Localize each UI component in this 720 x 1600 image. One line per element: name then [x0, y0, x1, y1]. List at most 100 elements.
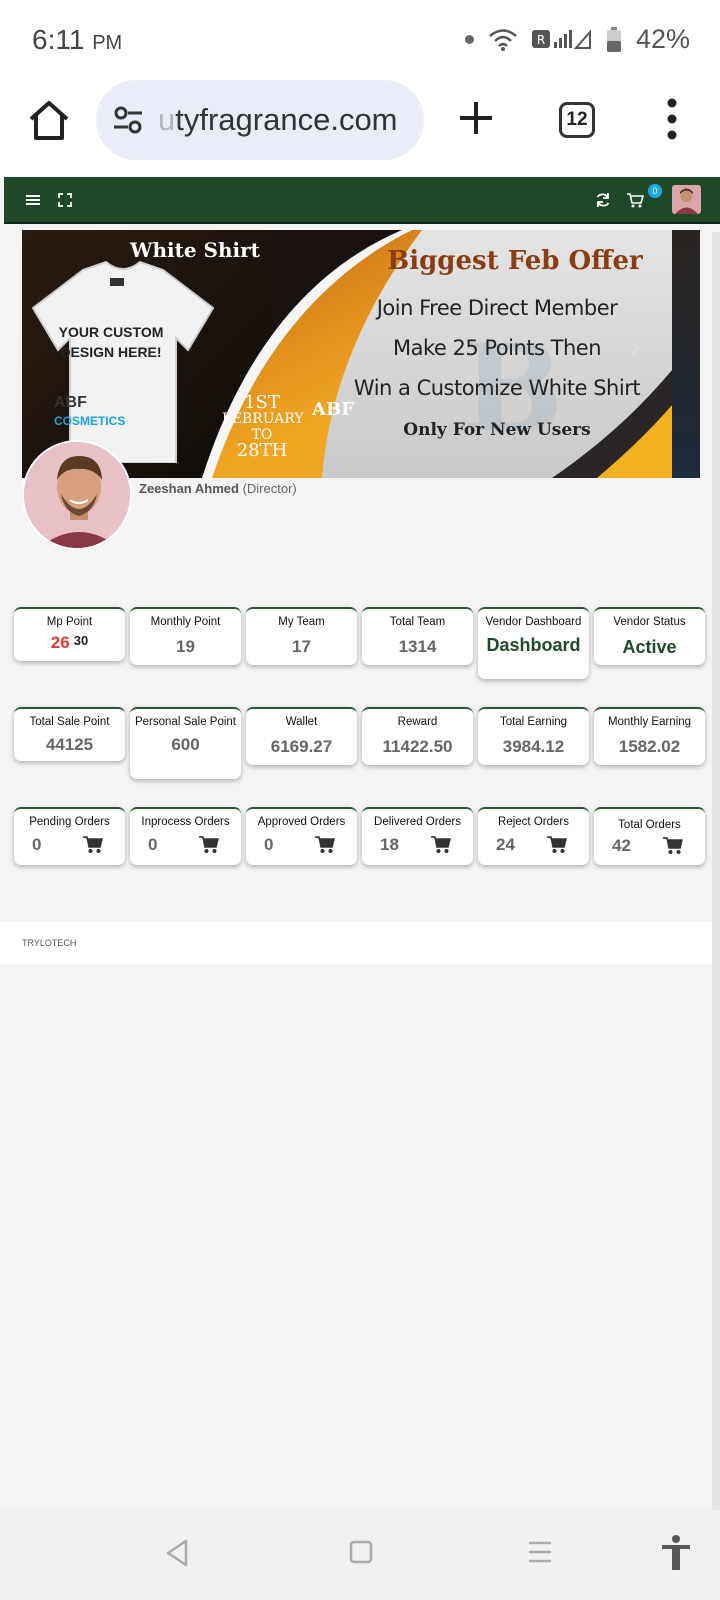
user-avatar[interactable] [672, 185, 701, 214]
card-label: Monthly Point [150, 616, 221, 628]
cart-count-badge: 0 [648, 184, 662, 198]
battery-percent: 42% [635, 24, 690, 54]
card-mp-point[interactable]: Mp Point 26 30 [14, 607, 125, 661]
card-total-team[interactable]: Total Team 1314 [362, 607, 473, 665]
profile-avatar[interactable] [22, 440, 132, 550]
order-count: 24 [496, 835, 515, 854]
site-settings-icon[interactable] [112, 104, 144, 136]
menu-toggle-icon[interactable] [24, 191, 42, 209]
banner-next-slide-preview [672, 230, 700, 478]
time-value: 6:11 [32, 24, 85, 55]
card-label: Total Earning [499, 716, 568, 728]
card-inprocess-orders[interactable]: Inprocess Orders 0 [130, 807, 241, 865]
card-label: Total Orders [618, 819, 681, 831]
fullscreen-icon[interactable] [56, 191, 74, 209]
card-monthly-earning[interactable]: Monthly Earning 1582.02 [594, 707, 705, 765]
notification-dot-icon [464, 35, 474, 44]
card-label: Reject Orders [498, 816, 569, 828]
card-value: 1582.02 [618, 737, 681, 756]
signal-icon: R [531, 28, 591, 49]
card-label: Reward [397, 716, 438, 728]
card-reward[interactable]: Reward 11422.50 [362, 707, 473, 765]
card-value: 44125 [45, 735, 94, 754]
card-monthly-point[interactable]: Monthly Point 19 [130, 607, 241, 665]
card-wallet[interactable]: Wallet 6169.27 [246, 707, 357, 765]
promo-banner[interactable]: White Shirt YOUR CUSTOM DESIGN HERE! ABF… [22, 230, 700, 478]
new-tab-icon[interactable] [458, 98, 494, 138]
cart-icon [547, 836, 567, 853]
svg-text:R: R [537, 33, 545, 47]
card-label: Inprocess Orders [141, 816, 230, 828]
card-value: 600 [171, 735, 200, 754]
cart-icon[interactable] [626, 191, 644, 209]
home-nav-icon[interactable] [349, 1538, 373, 1566]
card-label: Approved Orders [257, 816, 346, 828]
status-icons: R 42% [464, 24, 690, 55]
card-value: 6169.27 [270, 737, 333, 756]
back-icon[interactable] [164, 1538, 190, 1568]
card-value: 19 [176, 637, 195, 656]
card-total-orders[interactable]: Total Orders 42 [594, 807, 705, 865]
refresh-icon[interactable] [594, 191, 612, 209]
card-label: Vendor Dashboard [485, 616, 582, 628]
time-ampm: PM [92, 32, 123, 54]
page-footer: TRYLOTECH [0, 922, 720, 964]
profile-name-text: Zeeshan Ahmed [139, 481, 239, 496]
card-vendor-dashboard[interactable]: Vendor Dashboard Dashboard [478, 607, 589, 679]
card-vendor-status[interactable]: Vendor Status Active [594, 607, 705, 665]
profile-name: Zeeshan Ahmed (Director) [139, 481, 297, 496]
chevron-right-icon[interactable] [628, 340, 642, 356]
url-faded-part: u [158, 102, 176, 137]
banner-vertical-brand: ABF [312, 400, 354, 420]
date-month: FEBRUARY [222, 411, 304, 427]
card-reject-orders[interactable]: Reject Orders 24 [478, 807, 589, 865]
profile-photo-icon [24, 442, 130, 548]
card-label: Mp Point [46, 616, 93, 628]
order-count: 0 [32, 835, 42, 854]
cart-icon [431, 836, 451, 853]
card-my-team[interactable]: My Team 17 [246, 607, 357, 665]
order-count: 0 [148, 835, 158, 854]
wifi-icon [489, 28, 517, 51]
home-icon[interactable] [26, 98, 72, 144]
date-start: 1ST [244, 392, 280, 413]
order-count: 18 [380, 835, 399, 854]
order-count: 42 [612, 836, 631, 855]
accessibility-icon[interactable] [660, 1534, 692, 1572]
card-approved-orders[interactable]: Approved Orders 0 [246, 807, 357, 865]
system-nav-bar [0, 1510, 720, 1600]
order-count: 0 [264, 835, 274, 854]
more-menu-icon[interactable] [664, 98, 680, 140]
browser-toolbar: utyfragrance.com 12 [0, 80, 720, 178]
url-main-part: tyfragrance.com [175, 102, 398, 137]
card-label: Pending Orders [29, 816, 110, 828]
card-label: Personal Sale Point [134, 716, 236, 728]
banner-offer-line-3: Win a Customize White Shirt [353, 376, 641, 400]
card-personal-sale-point[interactable]: Personal Sale Point 600 [130, 707, 241, 779]
banner-brand: ABF [54, 394, 87, 411]
footer-text: TRYLOTECH [22, 938, 77, 948]
vendor-dashboard-link[interactable]: Dashboard [478, 635, 589, 656]
tab-switcher-button[interactable]: 12 [559, 102, 595, 138]
user-photo-icon [672, 185, 701, 214]
card-label: My Team [278, 616, 325, 628]
address-bar[interactable]: utyfragrance.com [96, 80, 424, 160]
recents-icon[interactable] [527, 1538, 553, 1566]
card-total-earning[interactable]: Total Earning 3984.12 [478, 707, 589, 765]
cart-icon [199, 836, 219, 853]
card-delivered-orders[interactable]: Delivered Orders 18 [362, 807, 473, 865]
date-end: 28TH [236, 440, 288, 461]
card-value: 17 [292, 637, 311, 656]
card-label: Total Sale Point [29, 716, 110, 728]
card-value: 11422.50 [382, 737, 453, 756]
status-time: 6:11 PM [32, 24, 122, 56]
banner-brand-sub: COSMETICS [54, 414, 126, 428]
card-label: Delivered Orders [374, 816, 461, 828]
card-total-sale-point[interactable]: Total Sale Point 44125 [14, 707, 125, 761]
banner-offer-title: Biggest Feb Offer [387, 246, 643, 276]
card-pending-orders[interactable]: Pending Orders 0 [14, 807, 125, 865]
mp-point-target: 30 [73, 633, 89, 648]
card-value: 1314 [398, 637, 437, 656]
cart-icon [83, 836, 103, 853]
banner-date: 1ST FEBRUARY TO 28TH [222, 392, 304, 461]
